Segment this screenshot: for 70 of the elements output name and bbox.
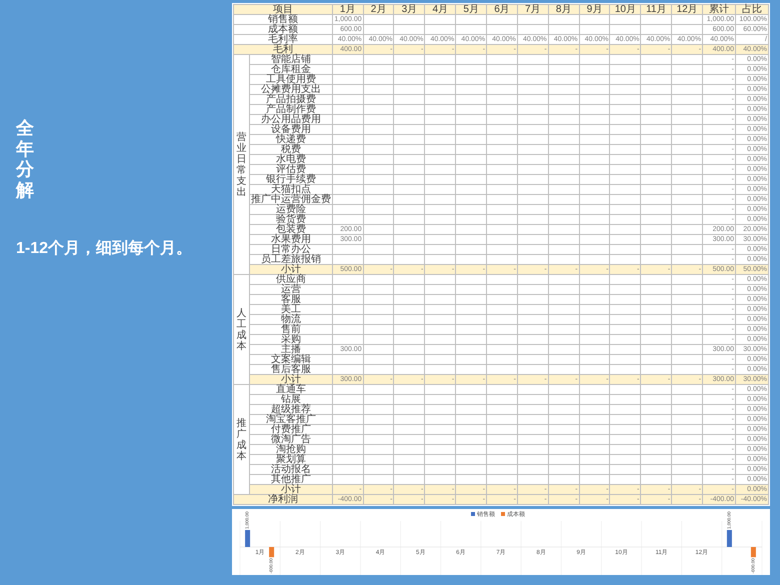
row-label: 银行手续费: [250, 174, 332, 184]
row-label: 毛利: [234, 44, 332, 54]
row-label: 产品拍摄费: [250, 94, 332, 104]
row-label: 毛利率: [234, 34, 332, 44]
column-header: 7月: [517, 4, 548, 14]
row-label: 验货费: [250, 214, 332, 224]
row-label: 微淘广告: [250, 434, 332, 444]
column-header: 10月: [610, 4, 641, 14]
row-label: 销售额: [234, 14, 332, 24]
row-label: 物流: [250, 314, 332, 324]
column-header: 6月: [486, 4, 518, 14]
row-label: 钻展: [250, 394, 332, 404]
row-label: 采购: [250, 334, 332, 344]
row-label: 淘宝客推广: [250, 414, 332, 424]
row-label: 文案编辑: [250, 354, 332, 364]
row-label: 淘抢购: [250, 444, 332, 454]
column-header: 3月: [394, 4, 425, 14]
bar: [750, 547, 756, 558]
row-label: 员工差旅报销: [250, 254, 332, 264]
row-label: 成本额: [234, 24, 332, 34]
column-header: 1月: [332, 4, 364, 14]
row-group-label: 推广成本: [236, 418, 247, 462]
column-header: 12月: [672, 4, 703, 14]
row-label: 评估费: [250, 164, 332, 174]
row-label: 仓库租金: [250, 64, 332, 74]
row-label: 其他推广: [250, 474, 332, 484]
bar: [245, 530, 250, 547]
row-label: 客服: [250, 294, 332, 304]
column-header: 占比: [735, 4, 768, 14]
row-label: 产品制作费: [250, 104, 332, 114]
row-label: 水电费: [250, 154, 332, 164]
row-group-label: 人工成本: [236, 308, 247, 352]
bar: [269, 547, 274, 558]
row-label: 包装费: [250, 224, 332, 234]
row-label: 净利润: [234, 494, 332, 504]
column-header: 4月: [424, 4, 456, 14]
row-label: 运营: [250, 284, 332, 294]
row-label: 工具使用费: [250, 74, 332, 84]
column-header: 11月: [640, 4, 672, 14]
row-label: 主播: [250, 344, 332, 354]
row-label: 日常办公: [250, 244, 332, 254]
row-label: 美工: [250, 304, 332, 314]
bar: [726, 530, 732, 547]
row-label: 供应商: [250, 274, 332, 284]
page-title: 全年分解: [16, 118, 34, 201]
row-label: 直通车: [250, 384, 332, 394]
row-label: 天猫扣点: [250, 184, 332, 194]
row-label: 税费: [250, 144, 332, 154]
page-subtitle: 1-12个月，细到每个月。: [16, 238, 194, 259]
column-header: 项目: [234, 4, 332, 14]
row-label: 付费推广: [250, 424, 332, 434]
column-header: 2月: [363, 4, 394, 14]
row-label: 水果费用: [250, 234, 332, 244]
column-header: 5月: [456, 4, 487, 14]
row-label: 设备费用: [250, 124, 332, 134]
row-label: 聚划算: [250, 454, 332, 464]
row-label: 智能店铺: [250, 54, 332, 64]
row-label: 快递费: [250, 134, 332, 144]
row-label: 活动报名: [250, 464, 332, 474]
row-label: 公摊费用支出: [250, 84, 332, 94]
row-label: 运费险: [250, 204, 332, 214]
column-header: 累计: [702, 4, 736, 14]
row-label: 办公用品费用: [250, 114, 332, 124]
column-header: 9月: [579, 4, 610, 14]
column-header: 8月: [548, 4, 580, 14]
row-label: 推广中运营佣金费: [250, 194, 332, 204]
row-label: 售前: [250, 324, 332, 334]
row-label: 售后客服: [250, 364, 332, 374]
row-label: 超级推荐: [250, 404, 332, 414]
row-group-label: 营业日常支出: [236, 132, 247, 198]
